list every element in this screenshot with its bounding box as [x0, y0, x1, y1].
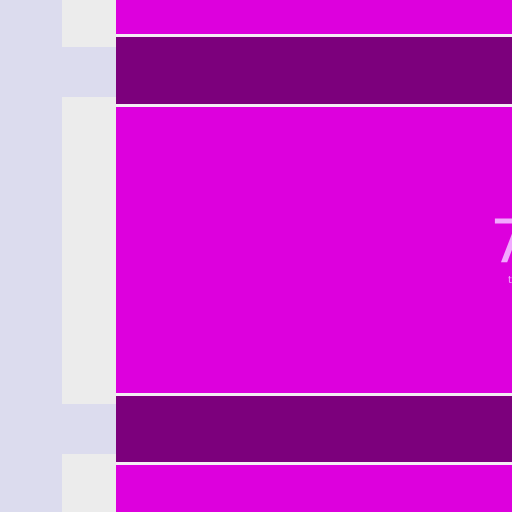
top-magenta-row: [116, 0, 512, 34]
left-grid-cell-bottom: [62, 454, 116, 512]
main-magenta-panel: [116, 107, 512, 393]
left-gap-top: [62, 47, 116, 97]
left-grid-cell-top: [62, 0, 116, 47]
overlay-caption: t: [508, 275, 512, 286]
left-gap-bottom: [62, 404, 116, 454]
purple-band-bottom: [116, 396, 512, 462]
left-grid-cell-middle: [62, 97, 116, 404]
screen-canvas: 7 t: [0, 0, 512, 512]
bottom-magenta-row: [116, 465, 512, 512]
left-rail: [0, 0, 62, 512]
overlay-value: 7: [490, 207, 512, 277]
purple-band-top: [116, 37, 512, 104]
